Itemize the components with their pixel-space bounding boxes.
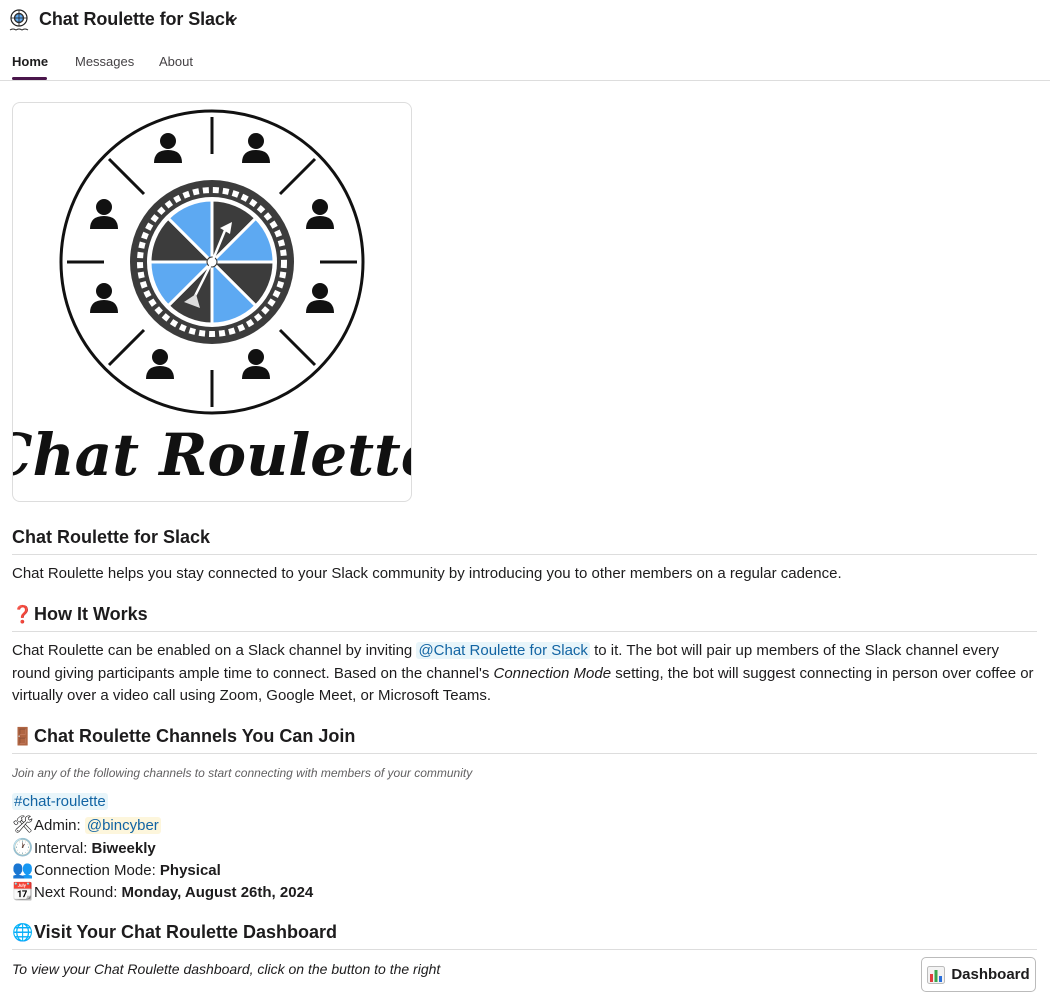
intro-heading: Chat Roulette for Slack (12, 527, 1037, 555)
bar-chart-icon (927, 965, 946, 984)
logo-text: Chat Roulette (13, 421, 411, 489)
door-icon: 🚪 (12, 727, 34, 746)
interval-row: 🕐Interval: Biweekly (12, 838, 156, 857)
tab-bar: Home Messages About (0, 42, 1050, 81)
person-icon (306, 283, 334, 313)
admin-mention[interactable]: @bincyber (84, 817, 161, 834)
hero-image[interactable]: Chat Roulette (12, 102, 412, 502)
admin-row: 🛠Admin: @bincyber (12, 815, 161, 834)
tab-home[interactable]: Home (12, 54, 48, 69)
person-icon (242, 349, 270, 379)
roulette-logo-icon[interactable] (7, 8, 31, 32)
tab-messages[interactable]: Messages (75, 54, 134, 69)
person-icon (242, 133, 270, 163)
channel-link-row: #chat-roulette (12, 793, 108, 810)
globe-icon: 🌐 (12, 923, 34, 942)
channel-link[interactable]: #chat-roulette (12, 793, 108, 810)
dashboard-button-label: Dashboard (951, 966, 1030, 983)
person-icon (306, 199, 334, 229)
clock-icon: 🕐 (12, 838, 34, 857)
bot-mention[interactable]: @Chat Roulette for Slack (416, 642, 590, 659)
dashboard-button[interactable]: Dashboard (921, 957, 1036, 992)
dashboard-heading: 🌐Visit Your Chat Roulette Dashboard (12, 922, 1037, 950)
chat-roulette-logo: Chat Roulette (13, 109, 411, 489)
how-it-works-text: Chat Roulette can be enabled on a Slack … (12, 642, 1034, 704)
person-icon (90, 199, 118, 229)
tools-icon: 🛠 (12, 815, 34, 834)
calendar-icon: 📆 (12, 882, 34, 901)
channels-subtitle: Join any of the following channels to st… (12, 766, 473, 780)
chevron-down-icon[interactable] (228, 14, 238, 24)
dashboard-text: To view your Chat Roulette dashboard, cl… (12, 961, 441, 977)
connection-mode-row: 👥Connection Mode: Physical (12, 860, 221, 879)
person-icon (90, 283, 118, 313)
person-icon (154, 133, 182, 163)
app-title[interactable]: Chat Roulette for Slack (39, 9, 235, 30)
channels-heading: 🚪Chat Roulette Channels You Can Join (12, 726, 1037, 754)
intro-text: Chat Roulette helps you stay connected t… (12, 565, 842, 582)
people-icon: 👥 (12, 860, 34, 879)
how-it-works-heading: ❓How It Works (12, 604, 1037, 632)
tab-about[interactable]: About (159, 54, 193, 69)
next-round-row: 📆Next Round: Monday, August 26th, 2024 (12, 882, 314, 901)
question-icon: ❓ (12, 605, 34, 624)
person-icon (146, 349, 174, 379)
active-tab-indicator (12, 77, 47, 80)
app-header: Chat Roulette for Slack (0, 0, 1050, 42)
